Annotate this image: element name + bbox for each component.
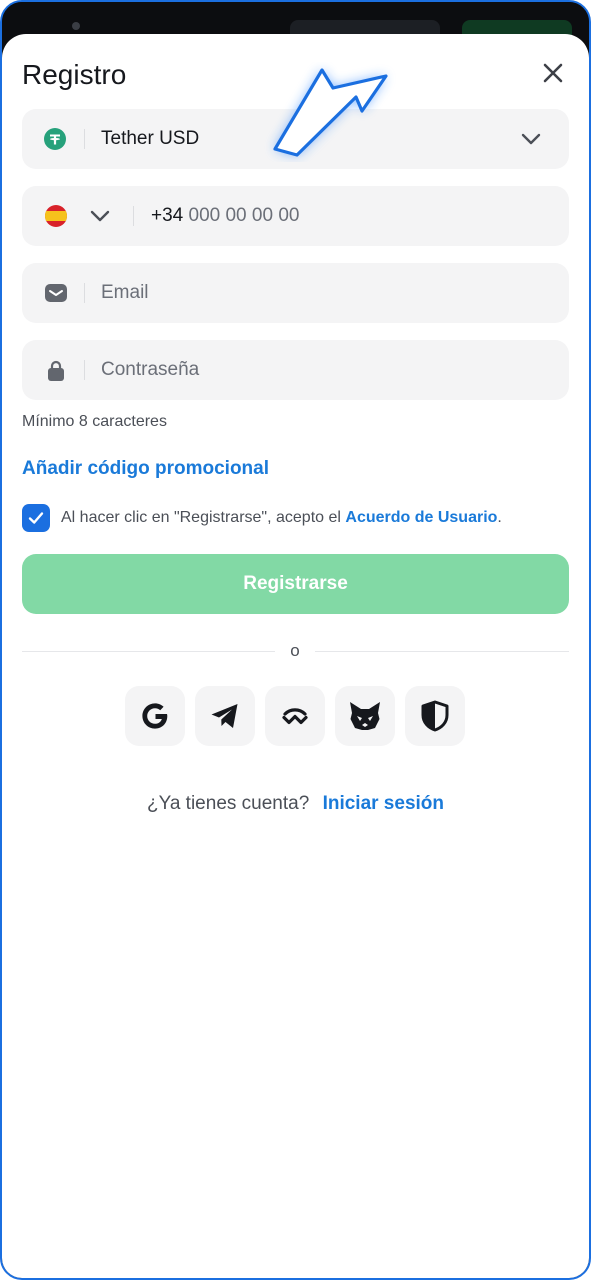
agreement-suffix: .: [497, 509, 502, 526]
device-frame: Registro Tether USD +34 000 00 00 00 Ema…: [0, 0, 591, 1280]
metamask-login-button[interactable]: [335, 686, 395, 746]
close-button[interactable]: [540, 60, 566, 86]
register-button[interactable]: Registrarse: [22, 554, 569, 614]
lock-icon: [43, 357, 69, 383]
currency-select[interactable]: Tether USD: [22, 109, 569, 169]
phone-placeholder: 000 00 00 00: [188, 205, 300, 226]
walletconnect-icon: [282, 708, 308, 725]
telegram-icon: [211, 704, 238, 728]
metamask-icon: [350, 702, 380, 730]
security-login-button[interactable]: [405, 686, 465, 746]
user-agreement-link[interactable]: Acuerdo de Usuario: [345, 509, 497, 526]
field-separator: [84, 360, 85, 380]
divider-or: o: [290, 641, 300, 660]
walletconnect-login-button[interactable]: [265, 686, 325, 746]
registration-sheet: Registro Tether USD +34 000 00 00 00 Ema…: [2, 34, 589, 1278]
google-icon: [142, 703, 168, 729]
dialog-title: Registro: [22, 59, 127, 90]
country-chevron-down-icon[interactable]: [87, 203, 113, 229]
add-promo-code-link[interactable]: Añadir código promocional: [22, 458, 269, 480]
chevron-down-icon: [518, 126, 544, 152]
agreement-prefix: Al hacer clic en "Registrarse", acepto e…: [61, 509, 341, 526]
agreement-checkbox[interactable]: [22, 504, 50, 532]
login-link[interactable]: Iniciar sesión: [323, 793, 444, 814]
field-separator: [84, 283, 85, 303]
phone-input[interactable]: +34 000 00 00 00: [151, 205, 299, 227]
email-field[interactable]: Email: [22, 263, 569, 323]
header-dot: [72, 22, 80, 30]
google-login-button[interactable]: [125, 686, 185, 746]
telegram-login-button[interactable]: [195, 686, 255, 746]
divider-left: [22, 651, 275, 652]
checkmark-icon: [28, 512, 44, 524]
login-prompt: ¿Ya tienes cuenta? Iniciar sesión: [2, 793, 589, 815]
tether-icon: [42, 126, 68, 152]
password-field[interactable]: Contraseña: [22, 340, 569, 400]
login-question: ¿Ya tienes cuenta?: [146, 793, 310, 814]
field-separator: [84, 129, 85, 149]
divider-right: [315, 651, 569, 652]
email-placeholder: Email: [101, 282, 149, 303]
mail-icon: [43, 280, 69, 306]
shield-icon: [421, 700, 449, 732]
currency-label: Tether USD: [101, 128, 200, 149]
close-icon: [543, 63, 563, 83]
agreement-text: Al hacer clic en "Registrarse", acepto e…: [61, 509, 502, 527]
spain-flag-icon[interactable]: [43, 203, 69, 229]
phone-field: +34 000 00 00 00: [22, 186, 569, 246]
phone-country-code: +34: [151, 205, 184, 226]
password-hint: Mínimo 8 caracteres: [22, 413, 167, 430]
password-placeholder: Contraseña: [101, 359, 200, 380]
field-separator: [133, 206, 134, 226]
